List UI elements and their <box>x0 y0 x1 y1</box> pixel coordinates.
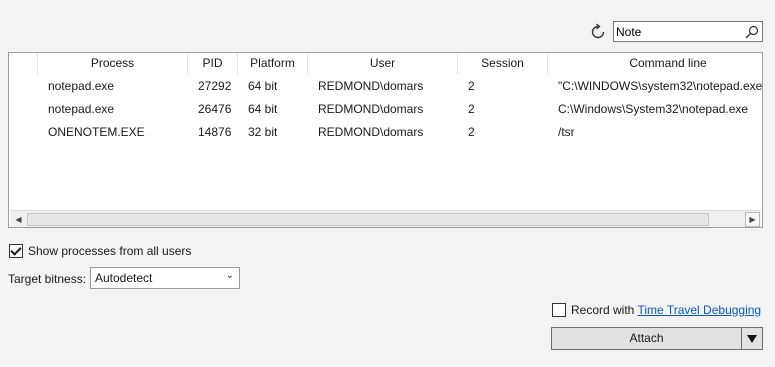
ttd-prefix: Record with <box>571 303 638 317</box>
search-icon[interactable] <box>744 24 760 40</box>
cell-command-line: /tsr <box>558 125 575 139</box>
cell-process: notepad.exe <box>48 102 115 116</box>
chevron-down-icon: ⌄ <box>225 270 234 281</box>
attach-button[interactable]: Attach <box>552 328 741 349</box>
table-row[interactable]: notepad.exe 27292 64 bit REDMOND\domars … <box>9 75 762 98</box>
column-header-pid[interactable]: PID <box>188 53 238 74</box>
column-header-session[interactable]: Session <box>458 53 548 74</box>
scroll-right-arrow-icon[interactable]: ▶ <box>745 212 760 227</box>
horizontal-scrollbar[interactable]: ◀ ▶ <box>10 210 761 227</box>
scrollbar-thumb[interactable] <box>27 213 709 226</box>
cell-pid: 14876 <box>198 125 232 139</box>
cell-session: 2 <box>468 125 475 139</box>
table-row[interactable]: ONENOTEM.EXE 14876 32 bit REDMOND\domars… <box>9 121 762 144</box>
cell-platform: 64 bit <box>248 79 278 93</box>
table-row[interactable]: notepad.exe 26476 64 bit REDMOND\domars … <box>9 98 762 121</box>
show-all-users-label[interactable]: Show processes from all users <box>28 244 191 258</box>
refresh-icon[interactable] <box>588 22 608 42</box>
cell-session: 2 <box>468 79 475 93</box>
column-header-process[interactable]: Process <box>38 53 188 74</box>
column-header-blank <box>9 53 38 74</box>
target-bitness-label: Target bitness: <box>8 272 87 286</box>
cell-session: 2 <box>468 102 475 116</box>
cell-process: notepad.exe <box>48 79 115 93</box>
cell-pid: 26476 <box>198 102 232 116</box>
column-header-platform[interactable]: Platform <box>238 53 308 74</box>
target-bitness-value: Autodetect <box>95 271 153 285</box>
triangle-down-icon <box>747 334 757 343</box>
column-header-command-line[interactable]: Command line <box>548 53 762 74</box>
cell-user: REDMOND\domars <box>318 125 424 139</box>
process-table[interactable]: Process PID Platform User Session Comman… <box>8 52 763 228</box>
table-header: Process PID Platform User Session Comman… <box>9 53 762 75</box>
column-header-user[interactable]: User <box>308 53 458 74</box>
attach-dropdown-button[interactable] <box>742 328 762 349</box>
search-input[interactable] <box>616 23 740 40</box>
cell-command-line: "C:\WINDOWS\system32\notepad.exe" <box>558 79 762 93</box>
attach-split-button[interactable]: Attach <box>551 327 763 350</box>
ttd-label: Record with Time Travel Debugging <box>571 303 761 317</box>
search-box[interactable] <box>613 21 763 42</box>
cell-command-line: C:\Windows\System32\notepad.exe <box>558 102 749 116</box>
ttd-checkbox[interactable] <box>552 303 566 317</box>
ttd-link[interactable]: Time Travel Debugging <box>637 303 761 317</box>
cell-user: REDMOND\domars <box>318 102 424 116</box>
cell-pid: 27292 <box>198 79 232 93</box>
show-all-users-checkbox[interactable] <box>9 244 23 258</box>
cell-platform: 64 bit <box>248 102 278 116</box>
target-bitness-select[interactable]: Autodetect ⌄ <box>90 267 240 289</box>
cell-process: ONENOTEM.EXE <box>48 125 145 139</box>
cell-user: REDMOND\domars <box>318 79 424 93</box>
scroll-left-arrow-icon[interactable]: ◀ <box>11 212 26 227</box>
cell-platform: 32 bit <box>248 125 278 139</box>
